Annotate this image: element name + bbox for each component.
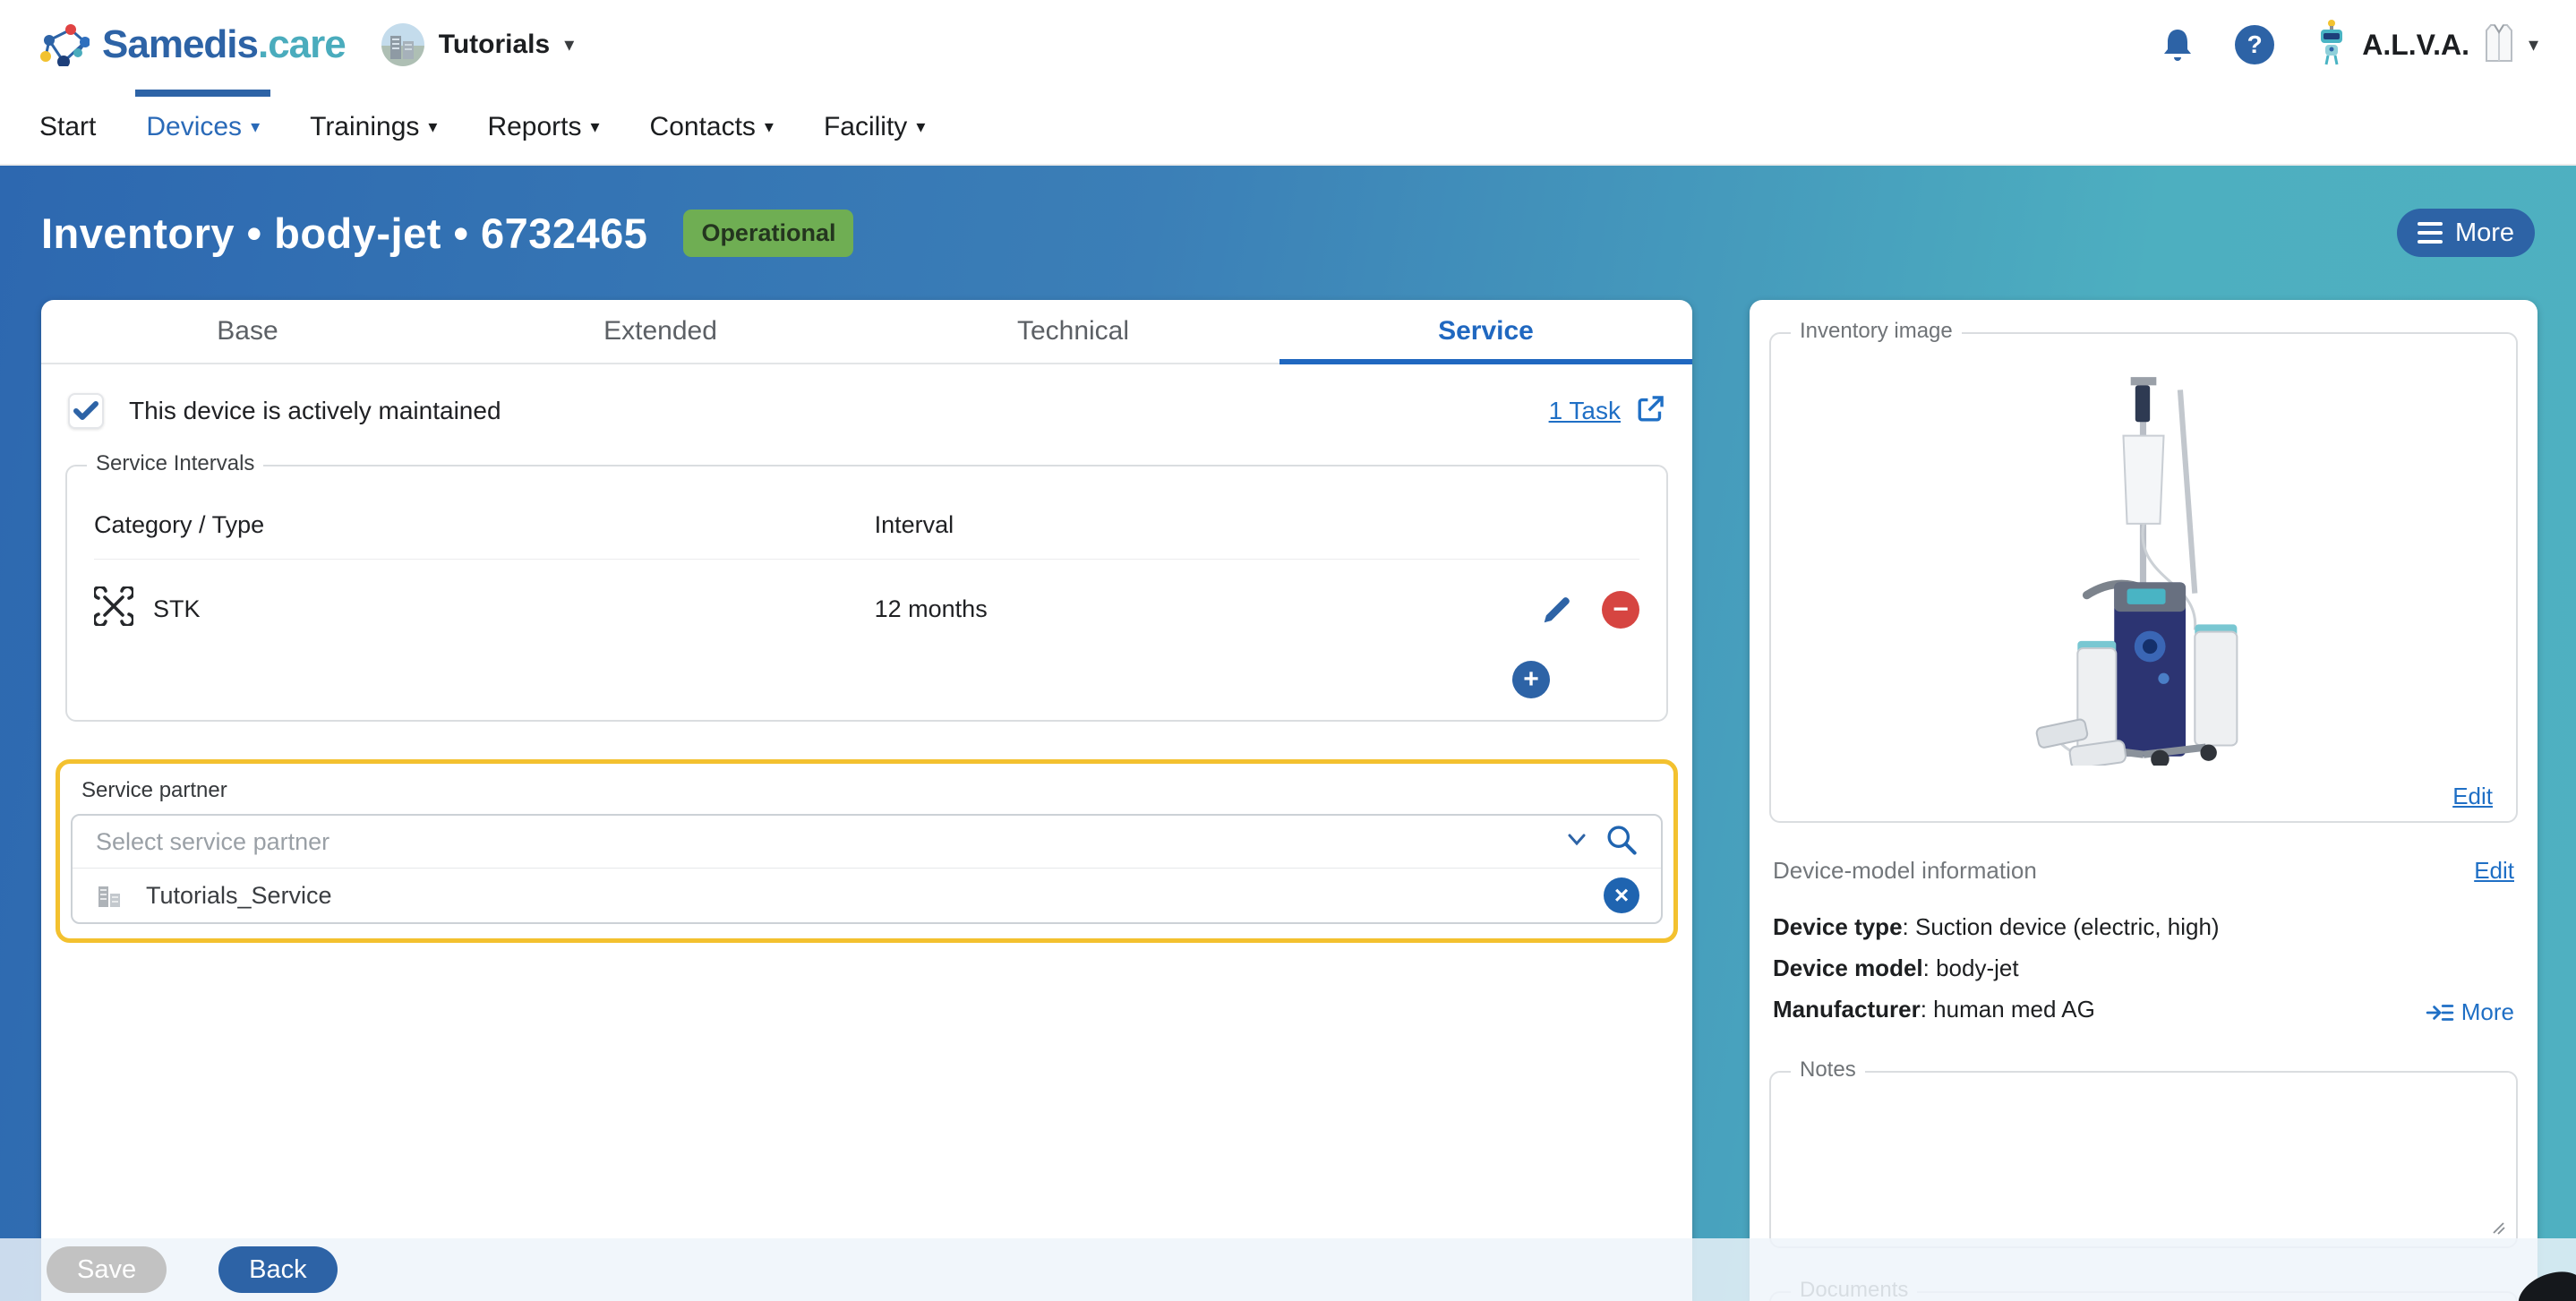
brand-logo[interactable]: Samedis.care: [38, 20, 346, 71]
maintained-row: This device is actively maintained 1 Tas…: [68, 393, 1665, 429]
notes-textarea[interactable]: [1771, 1073, 2516, 1246]
pencil-icon: [1539, 592, 1575, 628]
help-button[interactable]: ?: [2235, 25, 2274, 64]
chevron-down-icon: ▾: [765, 118, 774, 136]
minus-icon: −: [1613, 595, 1629, 625]
bell-icon: [2161, 27, 2194, 63]
nav-item-facility[interactable]: Facility▾: [824, 90, 925, 164]
device-type-row: Device type: Suction device (electric, h…: [1773, 906, 2514, 947]
model-more-link[interactable]: More: [2426, 998, 2514, 1026]
edit-model-link[interactable]: Edit: [2474, 857, 2514, 885]
user-menu[interactable]: A.L.V.A. ▾: [2315, 20, 2538, 71]
device-image: [2005, 372, 2282, 766]
chevron-down-icon: ▾: [564, 35, 574, 55]
brand-name: Samedis.care: [102, 22, 346, 67]
inventory-image-legend: Inventory image: [1791, 319, 1962, 344]
chevron-down-icon: ▾: [428, 118, 437, 136]
edit-interval-button[interactable]: [1539, 592, 1575, 628]
top-bar: Samedis.care Tutorials ▾: [0, 0, 2576, 90]
tab-service[interactable]: Service: [1279, 300, 1692, 363]
notifications-button[interactable]: [2161, 27, 2194, 63]
open-in-new-icon[interactable]: [1635, 394, 1665, 429]
close-icon: ×: [1614, 881, 1629, 910]
user-name: A.L.V.A.: [2362, 29, 2469, 62]
chevron-down-icon[interactable]: [1566, 832, 1588, 852]
more-button[interactable]: More: [2397, 209, 2535, 257]
resize-handle-icon[interactable]: [2491, 1220, 2505, 1239]
inventory-image-section: Inventory image: [1769, 332, 2518, 823]
notes-legend: Notes: [1791, 1057, 1865, 1083]
back-button[interactable]: Back: [218, 1246, 337, 1293]
samedis-molecule-icon: [38, 20, 90, 71]
nav-item-devices[interactable]: Devices▾: [146, 90, 260, 164]
org-name: Tutorials: [439, 30, 550, 60]
page: Samedis.care Tutorials ▾: [0, 0, 2576, 1301]
help-icon: ?: [2235, 25, 2274, 64]
nav-item-trainings[interactable]: Trainings▾: [310, 90, 437, 164]
tab-extended[interactable]: Extended: [454, 300, 867, 363]
status-badge: Operational: [683, 210, 853, 257]
chevron-down-icon: ▾: [916, 118, 925, 136]
checkmark-icon: [73, 401, 98, 421]
chevron-down-icon: ▾: [251, 118, 260, 136]
column-category: Category / Type: [94, 511, 875, 539]
add-interval-button[interactable]: +: [1512, 661, 1550, 698]
task-link-wrap: 1 Task: [1549, 394, 1665, 429]
service-intervals-section: Service Intervals Category / Type Interv…: [65, 465, 1668, 722]
intervals-table-header: Category / Type Interval: [94, 511, 1639, 560]
alva-robot-icon: [2315, 20, 2348, 71]
chevron-down-icon: ▾: [2529, 35, 2538, 55]
nav-item-contacts[interactable]: Contacts▾: [650, 90, 774, 164]
service-partner-input[interactable]: [96, 828, 1566, 856]
org-avatar: [381, 23, 424, 66]
maintained-checkbox[interactable]: [68, 393, 104, 429]
column-interval: Interval: [875, 511, 1478, 539]
notes-section: Notes: [1769, 1071, 2518, 1248]
table-row: STK 12 months −: [94, 560, 1639, 652]
page-title: Inventory • body-jet • 6732465: [41, 209, 647, 258]
device-summary-card: Inventory image: [1750, 300, 2537, 1301]
main-nav: Start Devices▾ Trainings▾ Reports▾ Conta…: [0, 90, 2576, 166]
menu-icon: [2418, 222, 2443, 244]
page-header: Inventory • body-jet • 6732465 Operation…: [0, 166, 2576, 300]
device-model-row: Device model: body-jet: [1773, 947, 2514, 989]
remove-partner-button[interactable]: ×: [1604, 877, 1639, 913]
task-link[interactable]: 1 Task: [1549, 397, 1621, 425]
device-model-info-label: Device-model information: [1773, 857, 2037, 885]
lab-coat-icon: [2484, 23, 2514, 67]
manufacturer-row: Manufacturer: human med AG: [1773, 989, 2514, 1030]
org-switcher[interactable]: Tutorials ▾: [381, 23, 575, 66]
service-partner-combo: Tutorials_Service ×: [71, 814, 1663, 924]
content-background: Inventory • body-jet • 6732465 Operation…: [0, 166, 2576, 1301]
footer-action-bar: Save Back: [0, 1238, 2576, 1301]
service-partner-section: Service partner: [56, 759, 1678, 943]
read-more-icon: [2426, 1000, 2454, 1025]
tab-base[interactable]: Base: [41, 300, 454, 363]
chevron-down-icon: ▾: [590, 118, 599, 136]
selected-partner-name: Tutorials_Service: [146, 882, 332, 910]
interval-category: STK: [153, 595, 201, 623]
save-button[interactable]: Save: [47, 1246, 167, 1293]
building-icon: [94, 878, 124, 913]
maintained-label: This device is actively maintained: [129, 397, 501, 425]
top-right-actions: ? A.L.V.A.: [2161, 20, 2538, 71]
edit-image-link[interactable]: Edit: [2452, 783, 2493, 810]
nav-item-start[interactable]: Start: [39, 90, 96, 164]
remove-interval-button[interactable]: −: [1602, 591, 1639, 629]
plus-icon: +: [1523, 664, 1539, 695]
wrenches-icon: [94, 586, 133, 632]
selected-partner-row: Tutorials_Service ×: [73, 869, 1661, 922]
device-model-info: Device-model information Edit Device typ…: [1769, 857, 2518, 1030]
device-detail-card: Base Extended Technical Service This dev…: [41, 300, 1692, 1301]
detail-tabs: Base Extended Technical Service: [41, 300, 1692, 364]
service-partner-legend: Service partner: [81, 778, 1663, 803]
search-icon[interactable]: [1604, 823, 1638, 861]
nav-item-reports[interactable]: Reports▾: [487, 90, 599, 164]
tab-technical[interactable]: Technical: [867, 300, 1279, 363]
service-intervals-legend: Service Intervals: [87, 451, 263, 476]
interval-value: 12 months: [875, 595, 1478, 623]
